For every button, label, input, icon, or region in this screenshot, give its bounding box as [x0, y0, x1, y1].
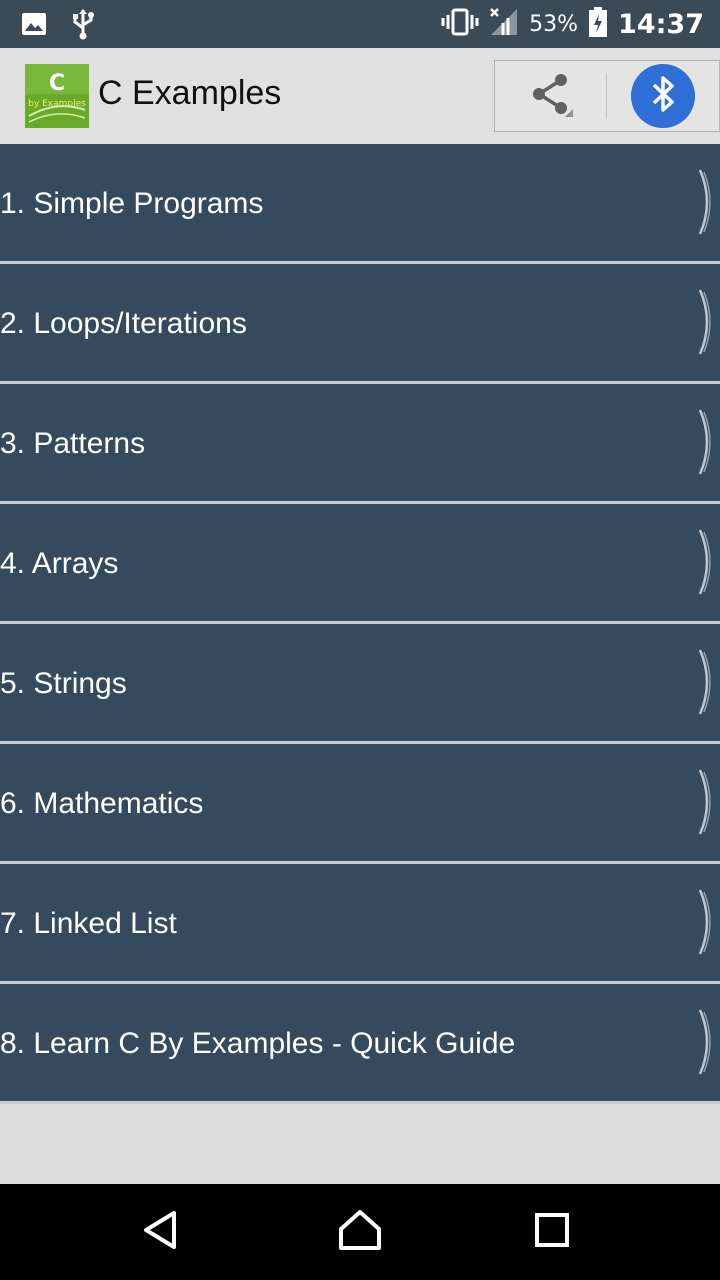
menu-list: 1. Simple Programs 2. Loops/Iterations 3…	[0, 144, 720, 1104]
action-bar: C by Examples C Examples	[0, 48, 720, 146]
back-icon	[140, 1209, 180, 1255]
menu-item-loops-iterations[interactable]: 2. Loops/Iterations	[0, 264, 720, 384]
back-button[interactable]	[136, 1208, 184, 1256]
share-icon	[525, 69, 575, 123]
menu-item-mathematics[interactable]: 6. Mathematics	[0, 744, 720, 864]
chevron-right-icon	[696, 1006, 718, 1078]
usb-icon	[70, 8, 96, 44]
svg-text:C: C	[49, 71, 65, 96]
app-title: C Examples	[98, 74, 282, 112]
menu-item-simple-programs[interactable]: 1. Simple Programs	[0, 144, 720, 264]
chevron-right-icon	[696, 526, 718, 598]
battery-icon	[588, 6, 608, 42]
menu-item-quick-guide[interactable]: 8. Learn C By Examples - Quick Guide	[0, 984, 720, 1104]
svg-text:by Examples: by Examples	[28, 99, 86, 109]
navigation-bar	[0, 1184, 720, 1280]
share-button[interactable]	[495, 61, 605, 131]
menu-item-arrays[interactable]: 4. Arrays	[0, 504, 720, 624]
app-logo[interactable]: C by Examples	[25, 64, 89, 128]
clock: 14:37	[618, 8, 704, 40]
status-bar: 53% 14:37	[0, 0, 720, 48]
status-bar-left	[20, 8, 96, 44]
menu-item-label: 2. Loops/Iterations	[0, 307, 247, 340]
home-icon	[337, 1209, 383, 1255]
action-divider	[606, 73, 607, 119]
signal-icon	[489, 7, 519, 41]
status-bar-right: 53% 14:37	[441, 0, 704, 48]
recents-icon	[534, 1212, 570, 1252]
chevron-right-icon	[696, 166, 718, 238]
vibrate-icon	[441, 8, 479, 40]
image-icon	[20, 10, 48, 42]
menu-item-label: 3. Patterns	[0, 427, 146, 460]
menu-item-label: 7. Linked List	[0, 907, 177, 940]
chevron-right-icon	[696, 886, 718, 958]
menu-item-label: 6. Mathematics	[0, 787, 204, 820]
bluetooth-button[interactable]	[631, 64, 695, 128]
menu-item-label: 1. Simple Programs	[0, 187, 264, 220]
action-buttons	[494, 60, 720, 132]
menu-item-strings[interactable]: 5. Strings	[0, 624, 720, 744]
chevron-right-icon	[696, 766, 718, 838]
bluetooth-icon	[648, 74, 678, 118]
recents-button[interactable]	[528, 1208, 576, 1256]
home-button[interactable]	[336, 1208, 384, 1256]
chevron-right-icon	[696, 286, 718, 358]
chevron-right-icon	[696, 646, 718, 718]
chevron-right-icon	[696, 406, 718, 478]
menu-item-label: 4. Arrays	[0, 547, 119, 580]
menu-item-label: 5. Strings	[0, 667, 127, 700]
menu-item-label: 8. Learn C By Examples - Quick Guide	[0, 1027, 516, 1060]
menu-item-patterns[interactable]: 3. Patterns	[0, 384, 720, 504]
menu-item-linked-list[interactable]: 7. Linked List	[0, 864, 720, 984]
battery-percent: 53%	[529, 11, 579, 37]
